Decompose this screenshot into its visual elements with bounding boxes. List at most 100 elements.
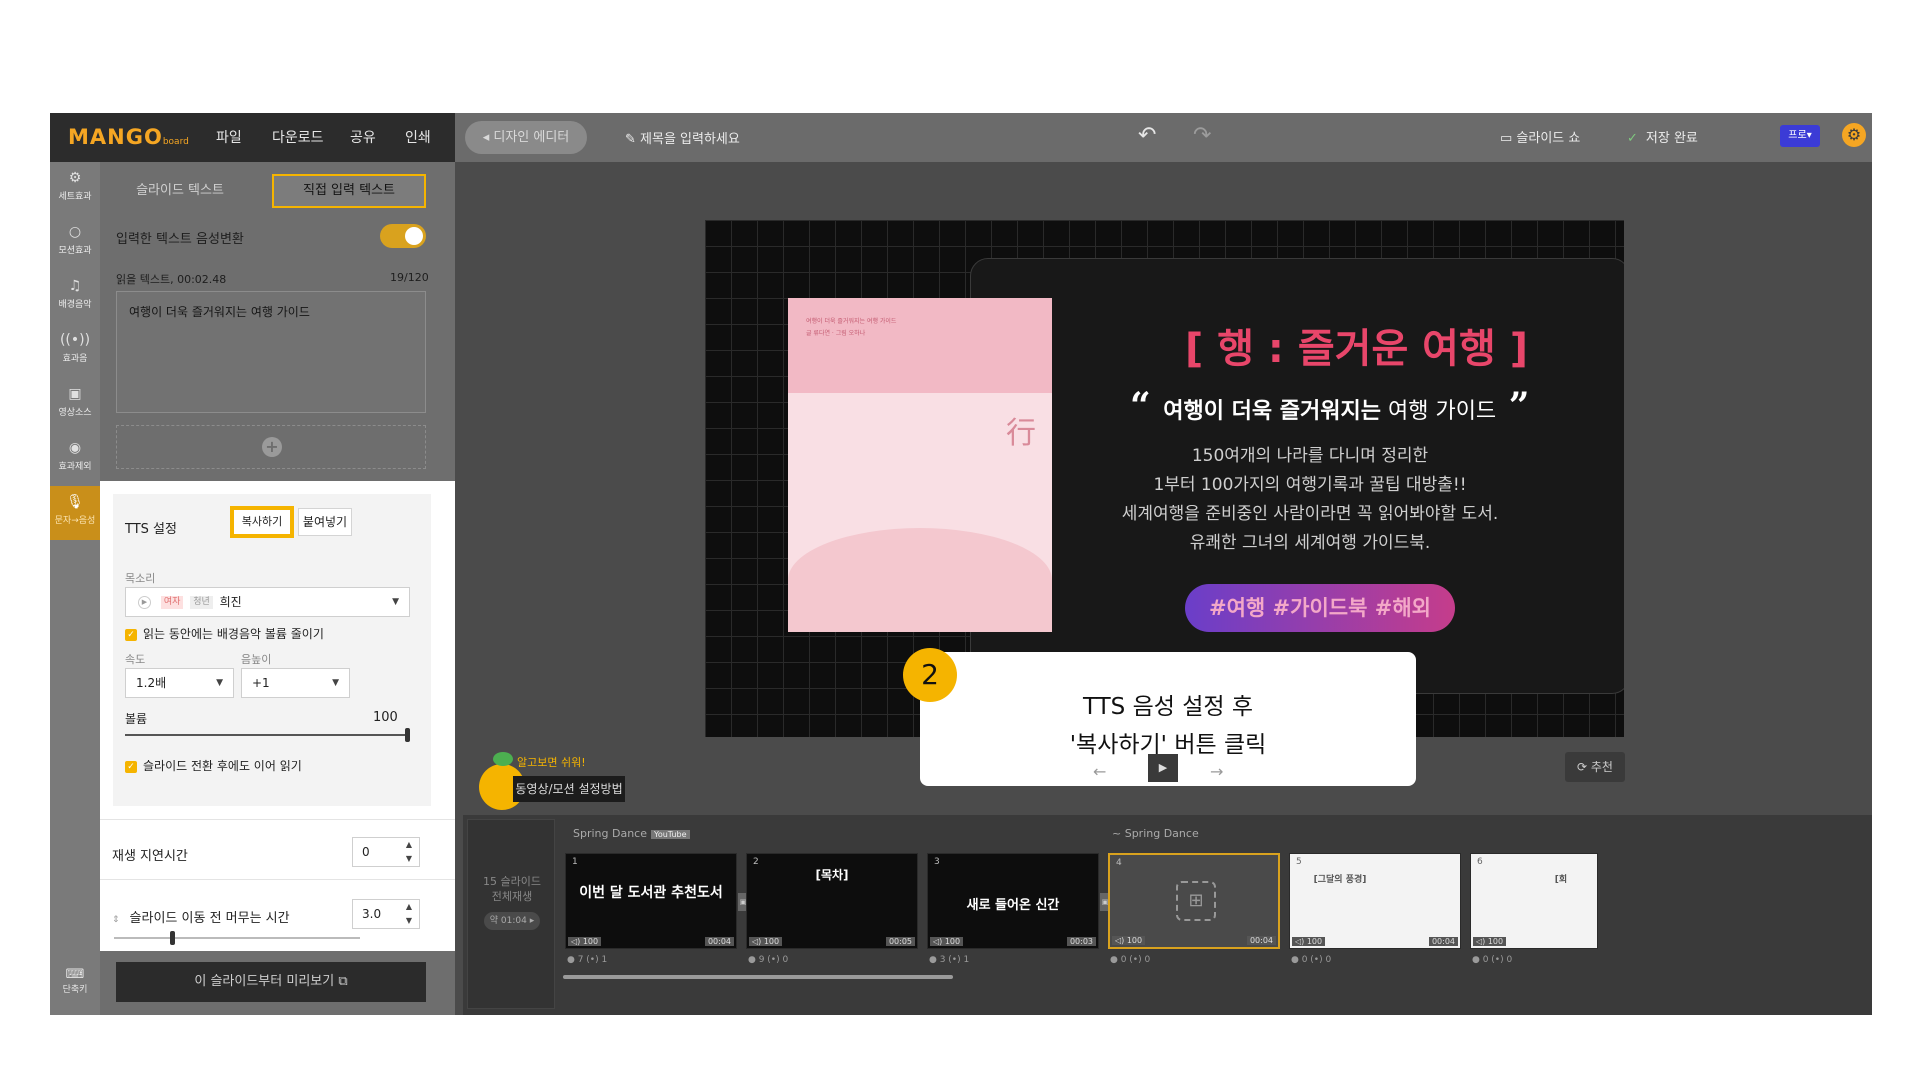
collapse-icon[interactable]: ⇕ xyxy=(112,915,120,925)
prev-slide-icon[interactable]: ← xyxy=(1093,762,1106,781)
thumb-duration: 00:05 xyxy=(885,937,915,946)
thumb-duration: 00:04 xyxy=(1428,937,1458,946)
play-slide-button[interactable]: ▶ xyxy=(1148,754,1178,782)
slide-number: 1 xyxy=(572,857,578,867)
tool-video-source[interactable]: ▣ 영상소스 xyxy=(50,378,100,432)
menu-print[interactable]: 인쇄 xyxy=(405,127,431,147)
slide-timeline: 15 슬라이드 전체재생 약 01:04 ▸ Spring Dance YouTub… xyxy=(463,815,1872,1015)
tool-set-effect[interactable]: ⚙ 세트효과 xyxy=(50,162,100,216)
tool-sound-effect[interactable]: ((•)) 효과음 xyxy=(50,324,100,378)
stay-time-stepper[interactable]: 3.0 ▲ ▼ xyxy=(352,899,420,929)
slide-number: 3 xyxy=(934,857,940,867)
microphone-icon: 🎙 xyxy=(66,494,84,510)
slide-heading[interactable]: [ 행 : 즐거운 여행 ] xyxy=(1185,316,1528,374)
lower-bgm-checkbox[interactable]: ✓ 읽는 동안에는 배경음악 볼륨 줄이기 xyxy=(125,625,324,642)
play-icon[interactable]: ▶ xyxy=(138,596,151,609)
save-status: ✓ 저장 완료 xyxy=(1627,131,1698,146)
slide-thumb-title: [회 xyxy=(1554,875,1568,885)
slide-number: 6 xyxy=(1477,857,1483,867)
paste-button[interactable]: 붙여넣기 xyxy=(298,508,352,536)
tab-direct-text[interactable]: 직접 입력 텍스트 xyxy=(272,174,426,208)
stepper-arrows-icon[interactable]: ▲ ▼ xyxy=(406,838,412,866)
slide-thumbnail[interactable]: 2 [목차] ◁) 100 00:05 xyxy=(746,853,918,949)
tool-exclude-effect[interactable]: ◉ 효과제외 xyxy=(50,432,100,486)
slide-thumbnail-selected[interactable]: 4 ⊞ ◁) 100 00:04 xyxy=(1108,853,1280,949)
tool-text-to-speech[interactable]: 🎙 문자→음성 xyxy=(50,486,100,540)
volume-slider-thumb[interactable] xyxy=(405,728,410,742)
step-badge: 2 xyxy=(903,648,957,702)
thumb-volume: ◁) 100 xyxy=(1112,936,1146,945)
play-all-panel[interactable]: 15 슬라이드 전체재생 약 01:04 ▸ xyxy=(467,819,555,1009)
slide-description[interactable]: 150여개의 나라를 다니며 정리한 1부터 100가지의 여행기록과 꿀팁 대… xyxy=(1095,442,1525,558)
top-bar: MANGOboard 파일 다운로드 공유 인쇄 ◂ 디자인 에디터 ✎ 제목을… xyxy=(50,113,1872,162)
slide-number: 5 xyxy=(1296,857,1302,867)
motion-guide-button[interactable]: 동영상/모션 설정방법 xyxy=(513,776,625,802)
stepper-arrows-icon[interactable]: ▲ ▼ xyxy=(406,900,412,928)
hashtag-pill[interactable]: #여행 #가이드북 #해외 xyxy=(1185,584,1455,632)
tts-settings-title: TTS 설정 xyxy=(125,522,177,537)
play-all-text: 15 슬라이드 전체재생 xyxy=(483,875,541,903)
app-frame: MANGOboard 파일 다운로드 공유 인쇄 ◂ 디자인 에디터 ✎ 제목을… xyxy=(50,113,1872,1015)
preview-from-slide-button[interactable]: 이 슬라이드부터 미리보기 ⧉ xyxy=(116,962,426,1002)
check-icon: ✓ xyxy=(125,760,137,773)
total-duration: 약 01:04 ▸ xyxy=(484,912,540,930)
menu-download[interactable]: 다운로드 xyxy=(272,127,324,147)
tab-slide-text[interactable]: 슬라이드 텍스트 xyxy=(120,174,240,208)
read-text-label: 읽을 텍스트, 00:02.48 xyxy=(116,273,227,286)
stay-time-slider[interactable] xyxy=(114,931,360,945)
add-media-icon[interactable]: ⊞ xyxy=(1176,881,1216,921)
redo-icon[interactable]: ↷ xyxy=(1193,123,1211,148)
top-bar-left: MANGOboard 파일 다운로드 공유 인쇄 xyxy=(50,113,455,162)
thumb-stats: ● 3 (•) 1 xyxy=(929,955,970,965)
pro-badge[interactable]: 프로▾ xyxy=(1780,125,1820,147)
copy-button[interactable]: 복사하기 xyxy=(230,506,294,538)
thumb-stats: ● 0 (•) 0 xyxy=(1472,955,1513,965)
slide-thumbnail[interactable]: 6 [회 ◁) 100 xyxy=(1470,853,1598,949)
pitch-select[interactable]: +1 ▼ xyxy=(241,668,350,698)
design-editor-button[interactable]: ◂ 디자인 에디터 xyxy=(465,121,587,154)
slide-thumbnail[interactable]: 5 [그달의 풍경] ◁) 100 00:04 xyxy=(1289,853,1461,949)
thumb-stats: ● 7 (•) 1 xyxy=(567,955,608,965)
add-text-area[interactable]: + xyxy=(116,425,426,469)
pencil-icon: ✎ xyxy=(625,132,641,147)
slide-quote[interactable]: “ 여행이 더욱 즐거워지는 여행 가이드 ” xyxy=(1130,385,1529,427)
mango-logo[interactable]: MANGOboard xyxy=(68,125,189,149)
play-delay-stepper[interactable]: 0 ▲ ▼ xyxy=(352,837,420,867)
menu-file[interactable]: 파일 xyxy=(216,127,242,147)
continue-reading-checkbox[interactable]: ✓ 슬라이드 전환 후에도 이어 읽기 xyxy=(125,757,302,774)
speed-select[interactable]: 1.2배 ▼ xyxy=(125,668,234,698)
book-cover-image[interactable]: 여행이 더욱 즐거워지는 여행 가이드 글 류다연 · 그림 오하나 行 xyxy=(788,298,1052,632)
thumb-duration: 00:04 xyxy=(704,937,734,946)
tool-motion-effect[interactable]: ○ 모션효과 xyxy=(50,216,100,270)
slideshow-button[interactable]: ▭ 슬라이드 쇼 xyxy=(1500,127,1580,146)
tts-toggle[interactable] xyxy=(380,224,426,248)
next-slide-icon[interactable]: → xyxy=(1210,762,1223,781)
stay-time-slider-thumb[interactable] xyxy=(170,931,175,945)
slide-thumb-title: [그달의 풍경] xyxy=(1313,875,1367,885)
menu-share[interactable]: 공유 xyxy=(350,127,376,147)
voice-select[interactable]: ▶ 여자 청년 희진 ▼ xyxy=(125,587,410,617)
youtube-badge: YouTube xyxy=(651,830,690,839)
book-cover-glyph: 行 xyxy=(1006,416,1036,451)
thumb-volume: ◁) 100 xyxy=(930,937,964,946)
volume-slider[interactable] xyxy=(125,728,410,742)
slide-thumbnail[interactable]: 1 이번 달 도서관 추천도서 ◁) 100 00:04 xyxy=(565,853,737,949)
top-bar-right: ◂ 디자인 에디터 ✎ 제목을 입력하세요 ↶ ↷ ▭ 슬라이드 쇼 ✓ 저장 완… xyxy=(455,113,1872,162)
book-cover-line1: 여행이 더욱 즐거워지는 여행 가이드 xyxy=(806,318,897,325)
read-text-area[interactable]: 여행이 더욱 즐거워지는 여행 가이드 xyxy=(116,291,426,413)
timeline-scrollbar[interactable] xyxy=(563,975,953,979)
settings-gear-icon[interactable]: ⚙ xyxy=(1842,123,1866,147)
undo-icon[interactable]: ↶ xyxy=(1138,123,1156,148)
volume-label: 볼륨 xyxy=(125,712,148,726)
thumb-volume: ◁) 100 xyxy=(1473,937,1507,946)
tip-title: 알고보면 쉬워! xyxy=(517,756,586,769)
slide-thumbnail[interactable]: 3 새로 들어온 신간 ◁) 100 00:03 xyxy=(927,853,1099,949)
video-icon: ▣ xyxy=(68,386,82,402)
thumb-stats: ● 0 (•) 0 xyxy=(1110,955,1151,965)
recommend-button[interactable]: ⟳ 추천 xyxy=(1565,752,1625,782)
volume-slider-fill xyxy=(125,734,410,736)
chevron-down-icon: ▼ xyxy=(392,597,399,607)
tool-bgm[interactable]: ♫ 배경음악 xyxy=(50,270,100,324)
shortcut-button[interactable]: ⌨ 단축키 xyxy=(50,967,100,995)
title-input[interactable]: ✎ 제목을 입력하세요 xyxy=(625,128,740,147)
